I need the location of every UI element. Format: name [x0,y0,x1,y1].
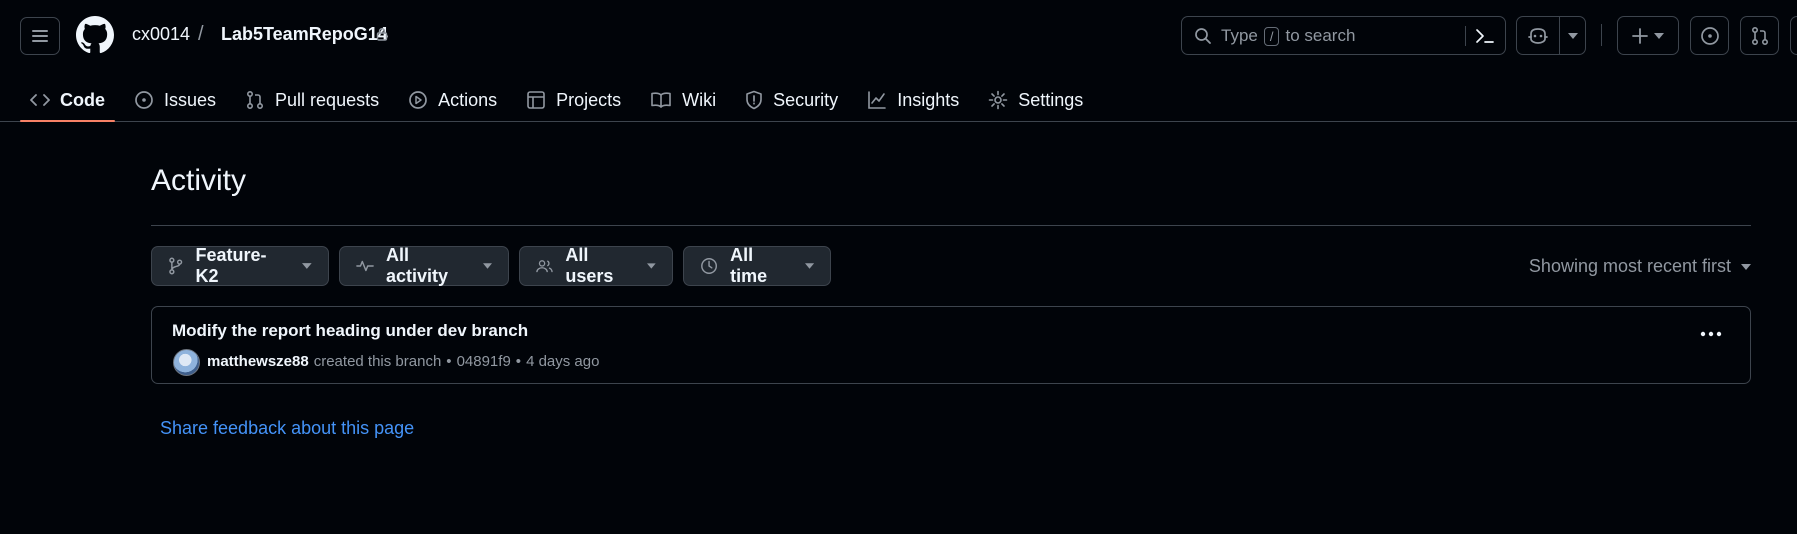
chevron-down-icon [647,263,656,269]
users-filter-button[interactable]: All users [519,245,673,286]
tab-label: Issues [164,89,217,110]
tab-issues[interactable]: Issues [124,78,226,122]
search-divider [1465,26,1466,46]
activity-filter-label: All activity [386,245,449,286]
users-filter-label: All users [565,245,614,286]
copilot-dropdown-button[interactable] [1560,17,1585,54]
pull-request-icon [247,90,264,110]
commit-sha-link[interactable]: 04891f9 [457,353,511,370]
chevron-down-icon [302,263,313,269]
tab-settings[interactable]: Settings [978,78,1093,122]
global-menu-button[interactable] [20,17,60,55]
chevron-down-icon [1567,32,1578,39]
sort-order-label: Showing most recent first [1528,256,1731,276]
search-suffix: to search [1285,26,1356,45]
book-icon [651,92,671,108]
tab-insights[interactable]: Insights [857,78,969,122]
your-issues-button[interactable] [1690,16,1729,55]
branch-filter-label: Feature-K2 [195,245,267,286]
tab-label: Wiki [682,89,717,110]
activity-title-link[interactable]: Modify the report heading under dev bran… [172,321,528,341]
hamburger-icon [32,30,48,42]
branch-filter-button[interactable]: Feature-K2 [151,245,329,286]
time-filter-label: All time [730,245,768,286]
pulse-icon [356,260,374,272]
repo-owner-link[interactable]: cx0014 [132,24,190,45]
repo-header: cx0014 / Lab5TeamRepoG14 Type / to searc… [0,0,1797,122]
search-input[interactable]: Type / to search [1181,16,1506,55]
tab-label: Pull requests [275,89,380,110]
copilot-button[interactable] [1517,17,1560,54]
github-logo-icon[interactable] [76,16,114,54]
clock-icon [701,258,718,274]
tab-label: Projects [556,89,622,110]
share-feedback-link[interactable]: Share feedback about this page [160,418,414,439]
plus-icon [1632,27,1648,44]
chevron-down-icon [804,263,814,269]
inbox-button[interactable] [1790,16,1797,55]
copilot-button-group [1516,16,1586,55]
tab-label: Actions [438,89,498,110]
page-title: Activity [151,164,247,197]
activity-time: 4 days ago [526,353,600,370]
meta-bullet: • [446,353,452,370]
copilot-icon [1528,27,1548,44]
tab-label: Insights [897,89,960,110]
breadcrumb-separator: / [198,23,204,45]
branch-icon [169,257,183,275]
kebab-menu-icon[interactable] [1700,331,1722,337]
chevron-down-icon [1654,32,1664,39]
chevron-down-icon [483,263,493,269]
create-new-button[interactable] [1617,16,1679,55]
repo-name-link[interactable]: Lab5TeamRepoG14 [221,24,388,45]
tab-label: Settings [1018,89,1084,110]
play-icon [409,91,427,109]
graph-icon [868,91,886,109]
search-shortcut-key: / [1263,26,1280,46]
tab-label: Security [773,89,839,110]
gear-icon [988,90,1008,110]
issue-icon [1700,26,1719,45]
table-icon [527,91,545,109]
search-icon [1195,28,1211,44]
sort-order-dropdown[interactable]: Showing most recent first [1529,256,1751,277]
tab-code[interactable]: Code [20,78,115,122]
activity-filter-button[interactable]: All activity [339,245,509,286]
tab-pull-requests[interactable]: Pull requests [235,78,389,122]
search-prefix: Type [1221,26,1258,45]
avatar[interactable] [173,349,200,376]
activity-action: created this branch [313,353,442,370]
activity-meta: matthewsze88 created this branch • 04891… [207,353,599,370]
tab-actions[interactable]: Actions [398,78,507,122]
your-pull-requests-button[interactable] [1740,16,1779,55]
title-divider [151,225,1751,226]
lock-icon [376,28,388,41]
activity-user-link[interactable]: matthewsze88 [207,353,309,370]
issue-icon [135,91,153,109]
tab-security[interactable]: Security [735,78,848,122]
code-icon [30,94,50,106]
time-filter-button[interactable]: All time [683,245,831,286]
activity-item: Modify the report heading under dev bran… [151,306,1751,384]
search-placeholder: Type / to search [1221,26,1355,46]
command-palette-icon[interactable] [1475,27,1495,45]
people-icon [536,260,553,273]
tab-label: Code [60,89,105,110]
meta-bullet: • [515,353,522,370]
tab-wiki[interactable]: Wiki [640,78,726,122]
shield-icon [746,90,762,110]
pull-request-icon [1751,26,1768,45]
header-divider [1601,24,1602,46]
repo-nav-tabs: Code Issues Pull requests Actions Projec… [20,78,1102,122]
chevron-down-icon [1741,263,1751,270]
tab-projects[interactable]: Projects [516,78,631,122]
